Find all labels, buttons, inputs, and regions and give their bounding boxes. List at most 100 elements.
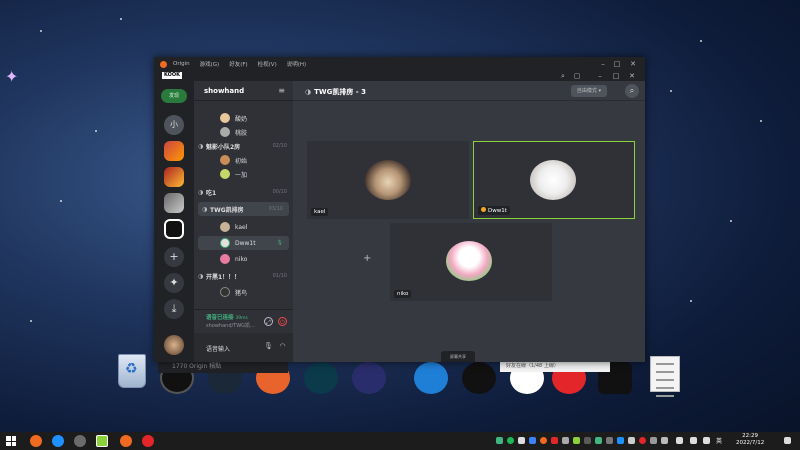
screen-share-tab[interactable]: 屏幕共享	[441, 351, 475, 362]
avatar	[446, 241, 492, 281]
voice-channel[interactable]: ◑ 开黑1！！！ 01/10	[194, 269, 293, 283]
channel-user-speaking[interactable]: Dww1t 🎙	[198, 236, 289, 250]
input-language[interactable]: 英	[716, 436, 722, 445]
screen-share-icon[interactable]: ⤢	[264, 317, 273, 326]
channel-user[interactable]: 一加	[194, 167, 293, 181]
notification-icon[interactable]	[784, 437, 791, 444]
microphone-icon[interactable]: 🎙	[264, 342, 273, 351]
channel-user[interactable]: niko	[194, 252, 293, 266]
tray-icon[interactable]	[562, 437, 569, 444]
voice-channel[interactable]: ◑ 魅影小队2房 02/10	[194, 139, 293, 153]
disconnect-icon[interactable]: ⏻	[278, 317, 287, 326]
tray-icon[interactable]	[518, 437, 525, 444]
channel-user[interactable]: 初始	[194, 153, 293, 167]
channel-name: 吃1	[206, 189, 217, 197]
volume-icon[interactable]	[690, 437, 697, 444]
avatar	[220, 169, 230, 179]
origin-logo-icon	[160, 60, 167, 68]
menu-friends[interactable]: 好友(F)	[229, 60, 247, 68]
dock-app-icon[interactable]	[352, 362, 386, 394]
channel-title-text: TWG凯排房 - 3	[314, 88, 367, 96]
speaker-icon: ◑	[198, 142, 204, 150]
participant-name-text: Dww1t	[488, 208, 507, 214]
inbox-icon[interactable]: ▢	[572, 71, 582, 81]
menu-icon[interactable]: ≡	[278, 86, 285, 95]
taskbar-app-icon[interactable]	[120, 435, 132, 447]
user-avatar[interactable]	[164, 335, 184, 355]
sparkle-icon: ✦	[5, 67, 19, 86]
tray-icon[interactable]	[507, 437, 514, 444]
tray-icon[interactable]	[617, 437, 624, 444]
tray-icon[interactable]	[639, 437, 646, 444]
server-icon[interactable]	[164, 167, 184, 187]
document-icon[interactable]	[650, 356, 680, 397]
server-icon[interactable]	[164, 141, 184, 161]
speaker-icon: ◑	[305, 88, 312, 96]
maximize-icon[interactable]: □	[612, 59, 622, 69]
tray-icon[interactable]	[628, 437, 635, 444]
explore-icon[interactable]: ✦	[164, 273, 184, 293]
search-icon[interactable]: ⌕	[558, 71, 568, 81]
network-icon[interactable]	[676, 437, 683, 444]
maximize-icon[interactable]: □	[611, 71, 621, 81]
channel-count: 02/10	[272, 143, 287, 149]
taskbar-app-icon[interactable]	[52, 435, 64, 447]
tray-icon[interactable]	[661, 437, 668, 444]
server-icon-small[interactable]: 小	[164, 115, 184, 135]
speaker-icon: ◑	[198, 272, 204, 280]
tray-icon[interactable]	[540, 437, 547, 444]
voice-main-area: ◑ TWG凯排房 - 3 自由模式 ▾ ⌕ kael Dww1t niko + 屏…	[293, 81, 645, 362]
avatar	[365, 160, 411, 200]
dock-app-icon[interactable]	[414, 362, 448, 394]
participant-tile-speaking[interactable]: Dww1t	[473, 141, 635, 219]
tray-icon[interactable]	[529, 437, 536, 444]
menu-origin[interactable]: Origin	[173, 61, 190, 67]
server-icon[interactable]	[164, 193, 184, 213]
participant-tile[interactable]: kael	[307, 141, 469, 219]
download-icon[interactable]: ⤓	[164, 299, 184, 319]
minimize-icon[interactable]: –	[598, 59, 608, 69]
tray-icon[interactable]	[496, 437, 503, 444]
add-icon[interactable]: +	[363, 253, 371, 264]
add-server-icon[interactable]: +	[164, 247, 184, 267]
speaker-icon: ◑	[198, 188, 204, 196]
owner-crown-icon	[481, 207, 486, 212]
tray-icon[interactable]	[606, 437, 613, 444]
voice-channel-active[interactable]: ◑ TWG凯排房 03/10	[198, 202, 289, 216]
tray-icon[interactable]	[650, 437, 657, 444]
channel-user[interactable]: 猪鸟	[194, 285, 293, 299]
recycle-bin-icon[interactable]	[112, 352, 152, 392]
search-icon[interactable]: ⌕	[625, 84, 639, 98]
minimize-icon[interactable]: –	[595, 71, 605, 81]
participant-tile[interactable]: niko	[390, 223, 552, 301]
channel-user[interactable]: 酸奶	[194, 111, 293, 125]
close-icon[interactable]: ✕	[628, 59, 638, 69]
taskbar-app-icon[interactable]	[74, 435, 86, 447]
close-icon[interactable]: ✕	[627, 71, 637, 81]
taskbar-app-icon[interactable]	[142, 435, 154, 447]
server-icon-showhand[interactable]	[164, 219, 184, 239]
channel-user[interactable]: 桃胶	[194, 125, 293, 139]
headphones-icon[interactable]: ◠	[278, 342, 287, 351]
windows-start-icon[interactable]	[6, 436, 16, 446]
tray-icon[interactable]	[584, 437, 591, 444]
tray-icon[interactable]	[573, 437, 580, 444]
voice-channel[interactable]: ◑ 吃1 00/10	[194, 185, 293, 199]
dock-app-icon[interactable]	[462, 362, 496, 394]
taskbar-app-icon-kook[interactable]	[96, 435, 108, 447]
channel-user[interactable]: kael	[194, 220, 293, 234]
server-header[interactable]: showhand ≡	[194, 81, 293, 101]
battery-icon[interactable]	[703, 437, 710, 444]
clock[interactable]: 22:29 2022/7/12	[736, 433, 764, 447]
mode-dropdown[interactable]: 自由模式 ▾	[570, 85, 607, 97]
tray-icon[interactable]	[551, 437, 558, 444]
menu-games[interactable]: 游戏(G)	[200, 60, 220, 68]
discover-button[interactable]: 发现	[161, 89, 187, 103]
avatar	[220, 254, 230, 264]
user-name: 猪鸟	[235, 289, 248, 297]
menu-help[interactable]: 说明(H)	[287, 60, 306, 68]
tray-icon[interactable]	[595, 437, 602, 444]
menu-view[interactable]: 检视(V)	[258, 60, 277, 68]
taskbar-app-icon[interactable]	[30, 435, 42, 447]
dock-app-icon[interactable]	[304, 362, 338, 394]
